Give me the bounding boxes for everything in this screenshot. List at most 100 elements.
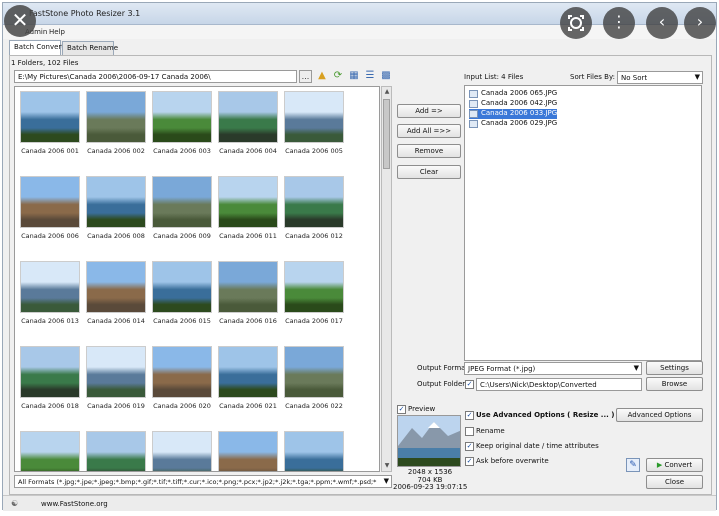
image-file-icon [469,110,478,118]
input-file-name: Canada 2006 042.JPG [481,99,558,107]
thumbnail-item[interactable] [84,429,148,471]
thumbnail-item[interactable] [216,429,280,471]
advanced-options-button[interactable]: Advanced Options [616,408,703,422]
thumbnail-image [218,176,278,228]
thumbnail-item[interactable] [282,429,346,471]
scroll-up-icon[interactable]: ▲ [383,88,391,96]
add-button[interactable]: Add => [397,104,461,118]
thumbnail-item[interactable] [18,429,82,471]
thumbnail-image [86,91,146,143]
sort-files-label: Sort Files By: [570,73,615,81]
input-file-item[interactable]: Canada 2006 029.JPG [469,119,557,129]
image-file-icon [469,120,478,128]
ask-overwrite-label: Ask before overwrite [476,457,549,465]
lens-search-icon[interactable] [560,7,592,39]
folder-path-input[interactable]: E:\My Pictures\Canada 2006\2006-09-17 Ca… [14,70,297,83]
use-advanced-checkbox[interactable]: ✓ [465,411,474,420]
thumbnail-caption: Canada 2006 002 [87,147,145,155]
view-details-icon[interactable]: ▩ [380,70,392,82]
add-all-button[interactable]: Add All =>> [397,124,461,138]
close-button[interactable]: Close [646,475,703,489]
chevron-down-icon: ▼ [694,73,700,81]
output-folder-checkbox[interactable]: ✓ [465,380,474,389]
thumbnail-item[interactable]: Canada 2006 002 [84,89,148,169]
thumbnail-image [152,261,212,313]
image-file-icon [469,90,478,98]
thumbnail-image [152,176,212,228]
sort-files-select[interactable]: No Sort ▼ [617,71,703,84]
chevron-down-icon: ▼ [383,477,389,485]
input-list-label: Input List: 4 Files [464,73,524,81]
thumbnail-item[interactable]: Canada 2006 019 [84,344,148,424]
thumbnail-scrollbar[interactable]: ▲ ▼ [381,86,392,472]
menu-help[interactable]: Help [49,28,65,36]
thumbnail-caption: Canada 2006 012 [285,232,343,240]
thumbnail-caption: Canada 2006 016 [219,317,277,325]
settings-button[interactable]: Settings [646,361,703,375]
thumbnail-caption: Canada 2006 022 [285,402,343,410]
scroll-thumb[interactable] [383,99,390,169]
thumbnail-caption: Canada 2006 021 [219,402,277,410]
thumbnail-item[interactable]: Canada 2006 012 [282,174,346,254]
thumbnail-image [152,431,212,471]
output-format-select[interactable]: JPEG Format (*.jpg) ▼ [464,362,642,375]
view-list-icon[interactable]: ☰ [364,70,376,82]
output-format-label: Output Format: [417,364,471,372]
thumbnail-image [218,431,278,471]
preview-checkbox[interactable]: ✓ [397,405,406,414]
clear-button[interactable]: Clear [397,165,461,179]
thumbnail-item[interactable]: Canada 2006 022 [282,344,346,424]
website-link[interactable]: www.FastStone.org [41,500,108,508]
thumbnail-image [86,176,146,228]
refresh-icon[interactable]: ⟳ [332,70,344,82]
thumbnail-item[interactable]: Canada 2006 014 [84,259,148,339]
folder-up-icon[interactable]: ▲ [316,70,328,82]
thumbnail-item[interactable]: Canada 2006 016 [216,259,280,339]
output-folder-input[interactable]: C:\Users\Nick\Desktop\Converted [476,378,642,391]
thumbnail-caption: Canada 2006 006 [21,232,79,240]
view-thumbnails-icon[interactable]: ▦ [348,70,360,82]
close-icon[interactable]: ✕ [4,5,36,37]
chevron-right-icon[interactable]: › [684,7,716,39]
keep-date-label: Keep original date / time attributes [476,442,599,450]
ask-overwrite-checkbox[interactable]: ✓ [465,457,474,466]
convert-button[interactable]: ▶ Convert [646,458,703,472]
thumbnail-item[interactable] [150,429,214,471]
thumbnail-item[interactable]: Canada 2006 006 [18,174,82,254]
input-file-item[interactable]: Canada 2006 042.JPG [469,99,557,109]
file-format-filter[interactable]: All Formats (*.jpg;*.jpe;*.jpeg;*.bmp;*.… [14,475,392,488]
thumbnail-item[interactable]: Canada 2006 021 [216,344,280,424]
thumbnail-caption: Canada 2006 004 [219,147,277,155]
scroll-down-icon[interactable]: ▼ [383,462,391,470]
thumbnail-image [86,346,146,398]
input-file-item[interactable]: Canada 2006 065.JPG [469,89,557,99]
thumbnail-item[interactable]: Canada 2006 009 [150,174,214,254]
thumbnail-item[interactable]: Canada 2006 017 [282,259,346,339]
thumbnail-item[interactable]: Canada 2006 004 [216,89,280,169]
keep-date-checkbox[interactable]: ✓ [465,442,474,451]
thumbnail-item[interactable]: Canada 2006 018 [18,344,82,424]
thumbnail-item[interactable]: Canada 2006 001 [18,89,82,169]
chevron-left-icon[interactable]: ‹ [646,7,678,39]
tab-batch-rename[interactable]: Batch Rename [62,41,118,55]
thumbnail-item[interactable]: Canada 2006 020 [150,344,214,424]
tab-batch-convert[interactable]: Batch Convert [9,40,64,55]
document-preview-icon[interactable]: ✎ [626,458,640,472]
browse-folder-button[interactable]: ... [299,70,312,83]
thumbnail-item[interactable]: Canada 2006 013 [18,259,82,339]
thumbnail-item[interactable]: Canada 2006 003 [150,89,214,169]
filter-value: All Formats (*.jpg;*.jpe;*.jpeg;*.bmp;*.… [18,478,377,486]
more-options-icon[interactable]: ⋮ [603,7,635,39]
thumbnail-image [218,91,278,143]
input-file-item[interactable]: Canada 2006 033.JPG [469,109,558,119]
thumbnail-item[interactable]: Canada 2006 008 [84,174,148,254]
sort-value: No Sort [621,74,648,82]
remove-button[interactable]: Remove [397,144,461,158]
thumbnail-item[interactable]: Canada 2006 015 [150,259,214,339]
thumbnail-item[interactable]: Canada 2006 011 [216,174,280,254]
browse-output-button[interactable]: Browse [646,377,703,391]
input-file-name: Canada 2006 029.JPG [481,119,558,127]
rename-checkbox[interactable] [465,427,474,436]
thumbnail-caption: Canada 2006 001 [21,147,79,155]
thumbnail-item[interactable]: Canada 2006 005 [282,89,346,169]
